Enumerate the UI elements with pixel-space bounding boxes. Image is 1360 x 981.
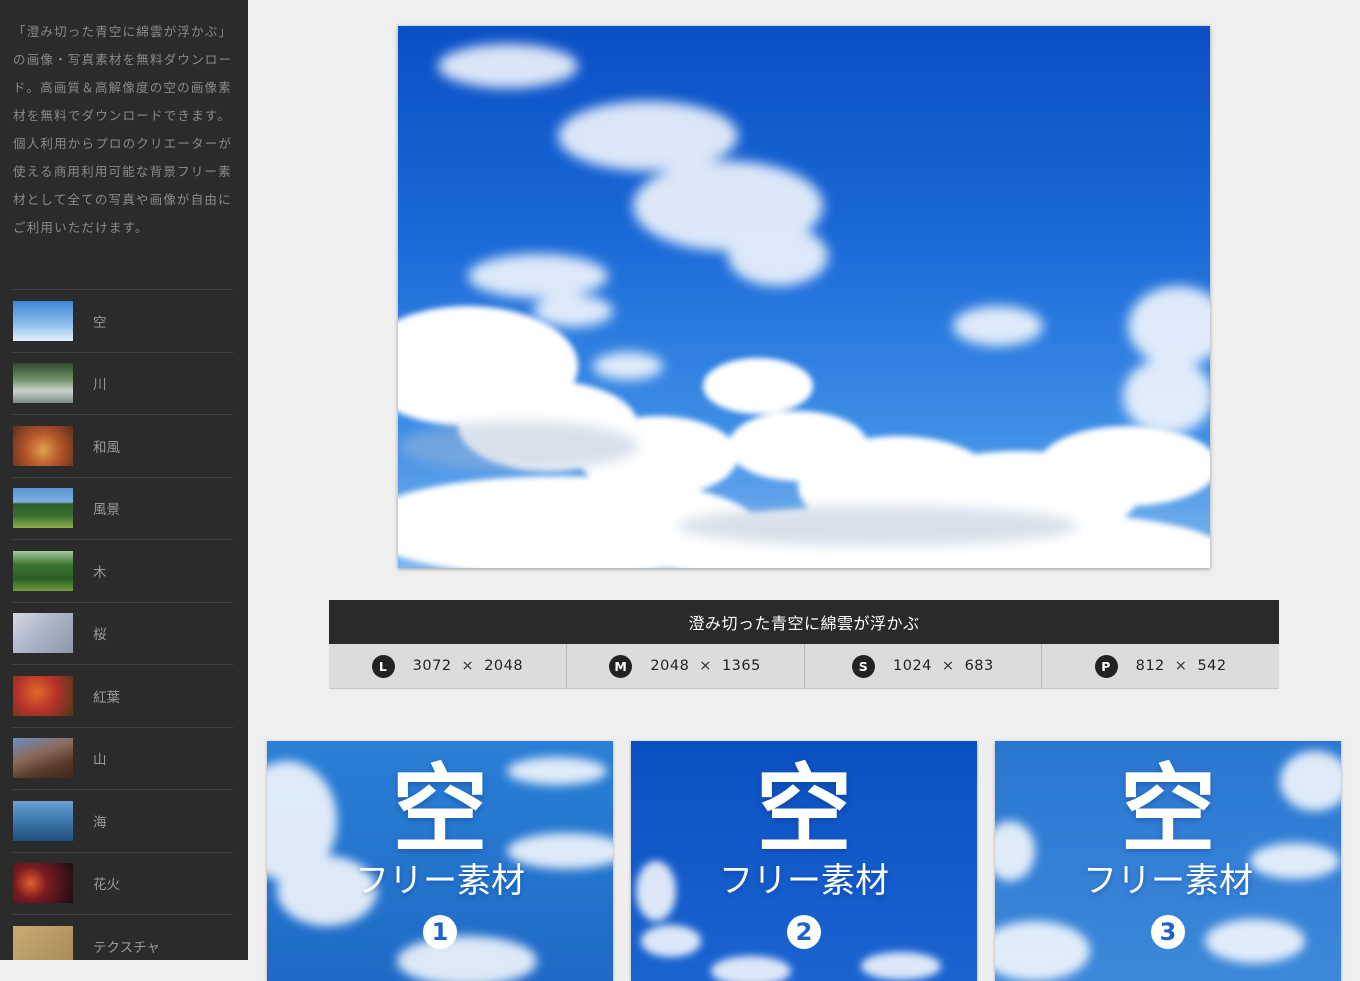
category-label: 桜	[93, 627, 107, 644]
category-thumbnail	[13, 550, 73, 591]
download-size-l[interactable]: L 3072 × 2048	[329, 644, 567, 688]
card-subtitle: フリー素材	[355, 861, 525, 901]
size-separator: ×	[941, 658, 955, 674]
category-thumbnail	[13, 488, 73, 529]
category-label: 風景	[93, 502, 120, 519]
card-subtitle: フリー素材	[719, 861, 889, 901]
sidebar-description: 「澄み切った青空に綿雲が浮かぶ」の画像・写真素材を無料ダウンロード。高画質＆高解…	[13, 24, 233, 235]
category-item-landscape[interactable]: 風景	[13, 476, 233, 540]
size-height: 542	[1197, 658, 1227, 674]
category-thumbnail	[13, 613, 73, 654]
card-subtitle: フリー素材	[1083, 861, 1253, 901]
size-width: 2048	[650, 658, 690, 674]
related-card-3[interactable]: 空 フリー素材 3	[995, 741, 1341, 981]
photo-info-panel: 澄み切った青空に綿雲が浮かぶ L 3072 × 2048 M 2048 × 13…	[329, 600, 1279, 689]
category-item-texture[interactable]: テクスチャ	[13, 914, 233, 960]
category-item-japanese[interactable]: 和風	[13, 414, 233, 477]
category-label: 空	[93, 314, 107, 331]
main-photo[interactable]	[398, 26, 1210, 568]
size-badge: M	[609, 654, 633, 678]
category-item-tree[interactable]: 木	[13, 539, 233, 602]
size-separator: ×	[699, 658, 712, 674]
card-number: 3	[1151, 915, 1185, 949]
download-sizes: L 3072 × 2048 M 2048 × 1365 S 1024 × 683…	[329, 644, 1279, 689]
category-thumbnail	[13, 738, 73, 779]
card-title: 空	[392, 754, 488, 866]
size-separator: ×	[461, 658, 475, 674]
related-card-2[interactable]: 空 フリー素材 2	[631, 741, 977, 981]
category-thumbnail	[13, 363, 73, 404]
size-badge: S	[852, 654, 875, 678]
category-label: 山	[93, 752, 107, 769]
download-size-p[interactable]: P 812 × 542	[1042, 644, 1279, 688]
category-label: 川	[93, 377, 107, 394]
category-label: 花火	[93, 877, 120, 894]
category-item-fireworks[interactable]: 花火	[13, 851, 233, 915]
size-width: 1024	[893, 658, 932, 674]
category-item-sakura[interactable]: 桜	[13, 601, 233, 665]
category-thumbnail	[13, 800, 73, 841]
related-card-1[interactable]: 空 フリー素材 1	[267, 741, 613, 981]
size-height: 1365	[721, 658, 761, 674]
category-thumbnail	[13, 425, 73, 466]
sky-clouds-image	[398, 44, 1210, 568]
download-size-s[interactable]: S 1024 × 683	[805, 644, 1043, 688]
sidebar: 「澄み切った青空に綿雲が浮かぶ」の画像・写真素材を無料ダウンロード。高画質＆高解…	[0, 0, 248, 960]
size-badge: L	[371, 654, 395, 678]
category-item-river[interactable]: 川	[13, 351, 233, 415]
category-label: 紅葉	[93, 689, 120, 706]
category-label: 海	[93, 814, 107, 831]
category-label: 木	[93, 564, 107, 581]
category-item-autumn-leaves[interactable]: 紅葉	[13, 664, 233, 727]
card-title: 空	[1120, 754, 1216, 866]
category-thumbnail	[13, 863, 73, 904]
category-list: 空 川 和風 風景 木 桜 紅葉 山 海 花火 テクスチャ	[13, 289, 233, 960]
category-thumbnail	[13, 675, 73, 716]
download-size-m[interactable]: M 2048 × 1365	[567, 644, 805, 688]
size-width: 812	[1135, 658, 1165, 674]
size-height: 683	[964, 658, 994, 674]
size-width: 3072	[412, 658, 452, 674]
category-thumbnail	[13, 925, 73, 960]
size-separator: ×	[1174, 658, 1188, 674]
size-height: 2048	[484, 658, 524, 674]
category-item-sky[interactable]: 空	[13, 289, 233, 352]
category-thumbnail	[13, 300, 73, 341]
category-label: テクスチャ	[93, 939, 160, 956]
card-number: 2	[787, 915, 821, 949]
photo-title: 澄み切った青空に綿雲が浮かぶ	[329, 600, 1279, 644]
category-item-mountain[interactable]: 山	[13, 726, 233, 790]
card-title: 空	[756, 754, 852, 866]
size-badge: P	[1094, 654, 1118, 678]
category-item-sea[interactable]: 海	[13, 789, 233, 852]
card-number: 1	[423, 915, 457, 949]
category-label: 和風	[93, 439, 120, 456]
